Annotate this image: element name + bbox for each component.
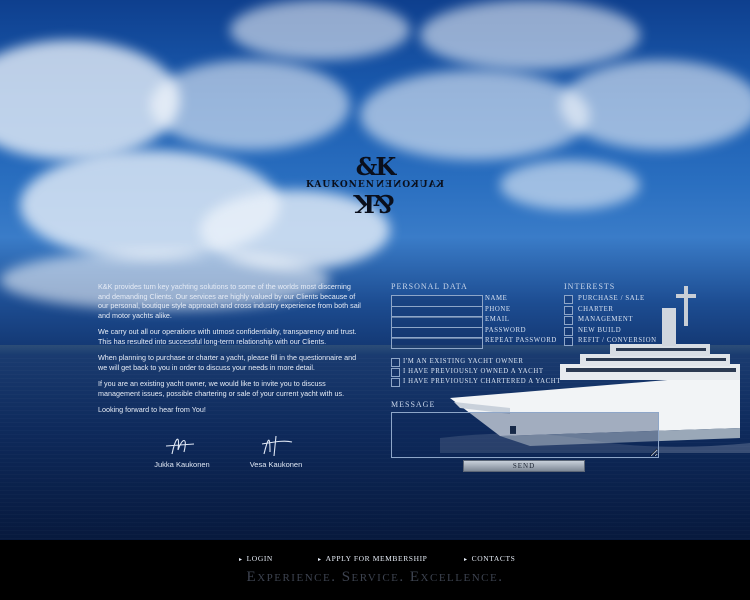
signature-image xyxy=(236,432,316,458)
repeat-password-field-row: Repeat Password xyxy=(391,337,561,349)
signature-name: Vesa Kaukonen xyxy=(249,460,303,469)
signature-name: Jukka Kaukonen xyxy=(154,460,210,469)
intro-paragraph: When planning to purchase or charter a y… xyxy=(98,353,357,372)
cloud xyxy=(420,0,640,70)
checkbox[interactable] xyxy=(564,337,573,346)
tagline: Experience. Service. Excellence. xyxy=(246,569,504,585)
name-label: Name xyxy=(485,295,508,302)
background-sky-sea xyxy=(0,0,750,540)
ownership-label: I have previously owned a yacht xyxy=(403,368,544,375)
intro-text: K&K provides turn key yachting solutions… xyxy=(98,282,364,422)
interest-label: Management xyxy=(578,316,634,323)
checkbox[interactable] xyxy=(564,327,573,336)
password-label: Password xyxy=(485,327,527,334)
repeat-password-label: Repeat Password xyxy=(485,337,557,344)
cloud xyxy=(560,60,750,150)
checkbox[interactable] xyxy=(391,368,400,377)
nav-apply-membership[interactable]: ▸ APPLY FOR MEMBERSHIP xyxy=(318,554,427,563)
logo-monogram: &K xyxy=(355,152,397,181)
nav-label: LOGIN xyxy=(246,554,273,563)
send-button[interactable]: Send xyxy=(463,460,585,472)
interest-label: Charter xyxy=(578,306,614,313)
nav-contacts[interactable]: ▸ CONTACTS xyxy=(464,554,515,563)
checkbox[interactable] xyxy=(391,358,400,367)
email-label: Email xyxy=(485,316,510,323)
message-textarea[interactable] xyxy=(391,412,659,458)
cloud xyxy=(150,60,350,150)
signature-image xyxy=(142,432,222,458)
checkbox[interactable] xyxy=(391,378,400,387)
nav-label: CONTACTS xyxy=(471,554,516,563)
nav-login[interactable]: ▸ LOGIN xyxy=(239,554,273,563)
ownership-label: I have previously chartered a yacht xyxy=(403,378,562,385)
cloud xyxy=(360,70,590,160)
intro-paragraph: If you are an existing yacht owner, we w… xyxy=(98,379,345,398)
chevron-right-icon: ▸ xyxy=(464,557,468,563)
intro-paragraph: K&K provides turn key yachting solutions… xyxy=(98,282,361,320)
chevron-right-icon: ▸ xyxy=(239,557,243,563)
nav-label: APPLY FOR MEMBERSHIP xyxy=(325,554,428,563)
signature-jukka: Jukka Kaukonen xyxy=(142,432,222,469)
signature-vesa: Vesa Kaukonen xyxy=(236,432,316,469)
checkbox[interactable] xyxy=(564,316,573,325)
interest-label: Purchase / Sale xyxy=(578,295,645,302)
cloud xyxy=(230,0,410,60)
repeat-password-input[interactable] xyxy=(391,337,483,349)
message-title: Message xyxy=(391,400,436,409)
checkbox[interactable] xyxy=(564,306,573,315)
interest-label: New Build xyxy=(578,327,622,334)
brand-logo[interactable]: &K KAUKONENKAUKONEN &K xyxy=(300,155,450,230)
personal-data-title: Personal Data xyxy=(391,282,468,291)
interest-label: Refit / Conversion xyxy=(578,337,657,344)
intro-paragraph: We carry out all our operations with utm… xyxy=(98,327,357,346)
email-field-row: Email xyxy=(391,316,561,328)
checkbox[interactable] xyxy=(564,295,573,304)
name-field-row: Name xyxy=(391,295,561,307)
footer: ▸ LOGIN ▸ APPLY FOR MEMBERSHIP ▸ CONTACTS E… xyxy=(0,540,750,600)
logo-monogram-mirrored: &K xyxy=(355,189,395,218)
phone-label: Phone xyxy=(485,306,511,313)
cloud xyxy=(500,160,640,210)
intro-paragraph: Looking forward to hear from You! xyxy=(98,405,206,414)
interests-title: Interests xyxy=(564,282,616,291)
chevron-right-icon: ▸ xyxy=(318,557,322,563)
send-label: Send xyxy=(512,462,536,470)
ownership-label: I'm an existing yacht owner xyxy=(403,358,524,365)
